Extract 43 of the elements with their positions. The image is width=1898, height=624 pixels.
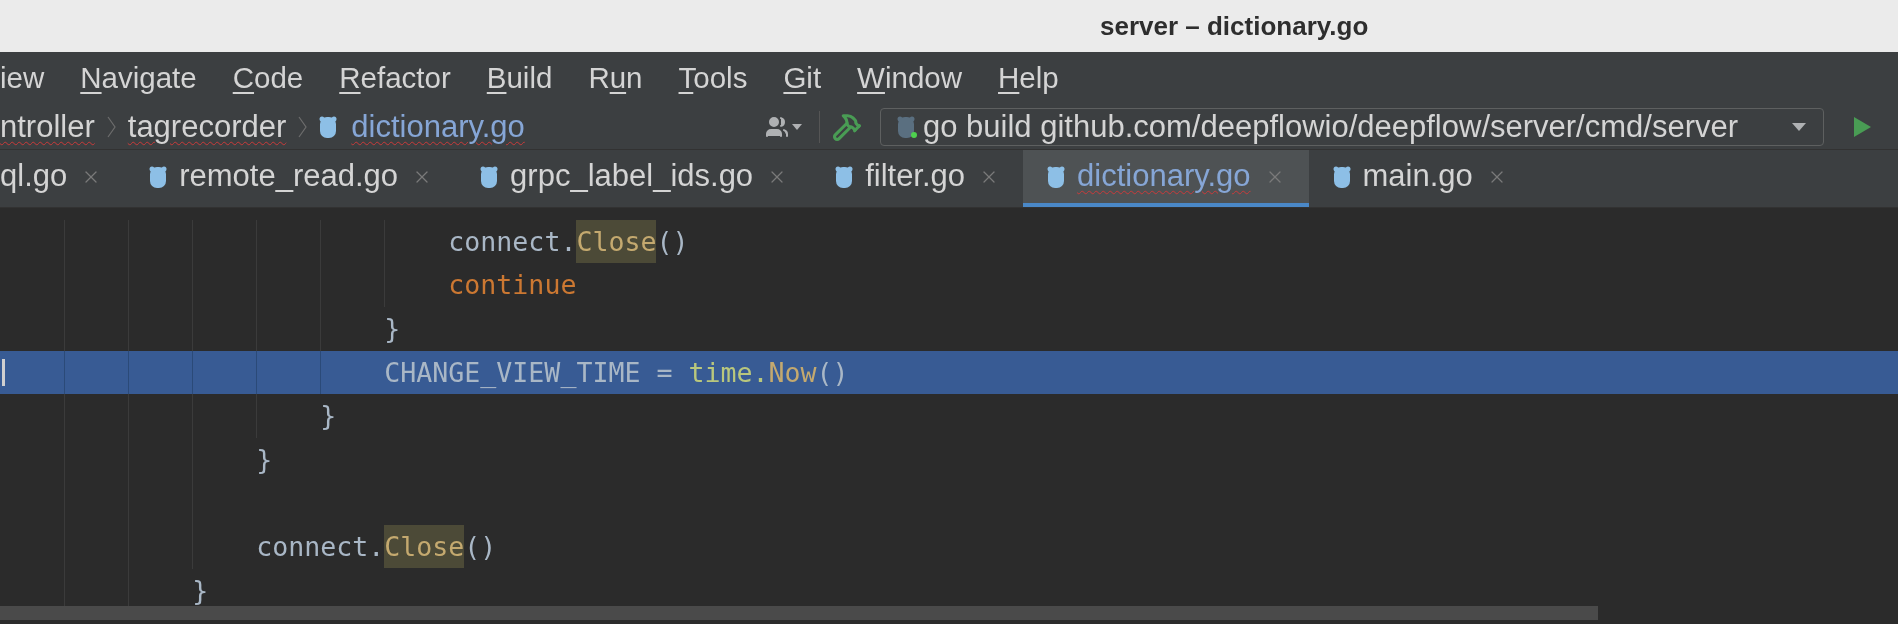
- menu-item[interactable]: Run: [578, 56, 653, 101]
- breadcrumb-item[interactable]: dictionary.go: [351, 103, 525, 151]
- window-title: server – dictionary.go: [1100, 9, 1369, 43]
- code-line: }: [192, 573, 209, 608]
- caret-icon: [1791, 122, 1807, 132]
- tab-label: grpc_label_ids.go: [510, 157, 754, 196]
- hammer-icon[interactable]: [832, 112, 862, 142]
- breadcrumb-item[interactable]: ntroller: [0, 103, 95, 151]
- menu-item[interactable]: Help: [988, 56, 1069, 101]
- tab-label: main.go: [1362, 157, 1473, 196]
- chevron-icon: [106, 116, 116, 138]
- menu-item[interactable]: Window: [847, 56, 973, 101]
- menu-item[interactable]: Navigate: [70, 56, 207, 101]
- tab-label: filter.go: [865, 157, 966, 196]
- code-line: connect.Close(): [448, 221, 689, 262]
- tab-label: ql.go: [0, 157, 68, 196]
- text-cursor: [2, 358, 5, 387]
- code-line: }: [384, 312, 401, 347]
- run-icon[interactable]: [1852, 116, 1872, 138]
- caret-icon: [791, 123, 803, 131]
- editor-tab[interactable]: filter.go: [811, 150, 1024, 207]
- code-line: }: [320, 399, 337, 434]
- chevron-icon: [298, 116, 308, 138]
- run-configuration-dropdown[interactable]: go build github.com/deepflowio/deepflow/server/cmd/server: [880, 108, 1824, 146]
- editor-tab[interactable]: ql.go: [0, 150, 126, 207]
- code-line: continue: [448, 268, 577, 303]
- menu-item[interactable]: Build: [476, 56, 563, 101]
- menu-item[interactable]: Code: [222, 56, 314, 101]
- horizontal-scrollbar[interactable]: [0, 606, 1598, 620]
- file-type-icon: [897, 115, 917, 139]
- editor-tab[interactable]: remote_read.go: [125, 150, 457, 207]
- editor-tab[interactable]: main.go: [1308, 150, 1531, 207]
- breadcrumb-item[interactable]: tagrecorder: [127, 103, 287, 151]
- code-line: connect.Close(): [256, 527, 497, 567]
- code-line: CHANGE_VIEW_TIME = time.Now(): [384, 355, 849, 390]
- menu-item[interactable]: Refactor: [329, 56, 461, 101]
- editor-tab[interactable]: grpc_label_ids.go: [456, 150, 812, 207]
- menu-item[interactable]: Tools: [668, 56, 758, 101]
- tab-label: remote_read.go: [179, 157, 399, 196]
- tab-label: dictionary.go: [1077, 157, 1251, 196]
- menu-item[interactable]: Git: [773, 56, 832, 101]
- code-line: }: [256, 442, 273, 477]
- menu-item[interactable]: iew: [0, 56, 55, 101]
